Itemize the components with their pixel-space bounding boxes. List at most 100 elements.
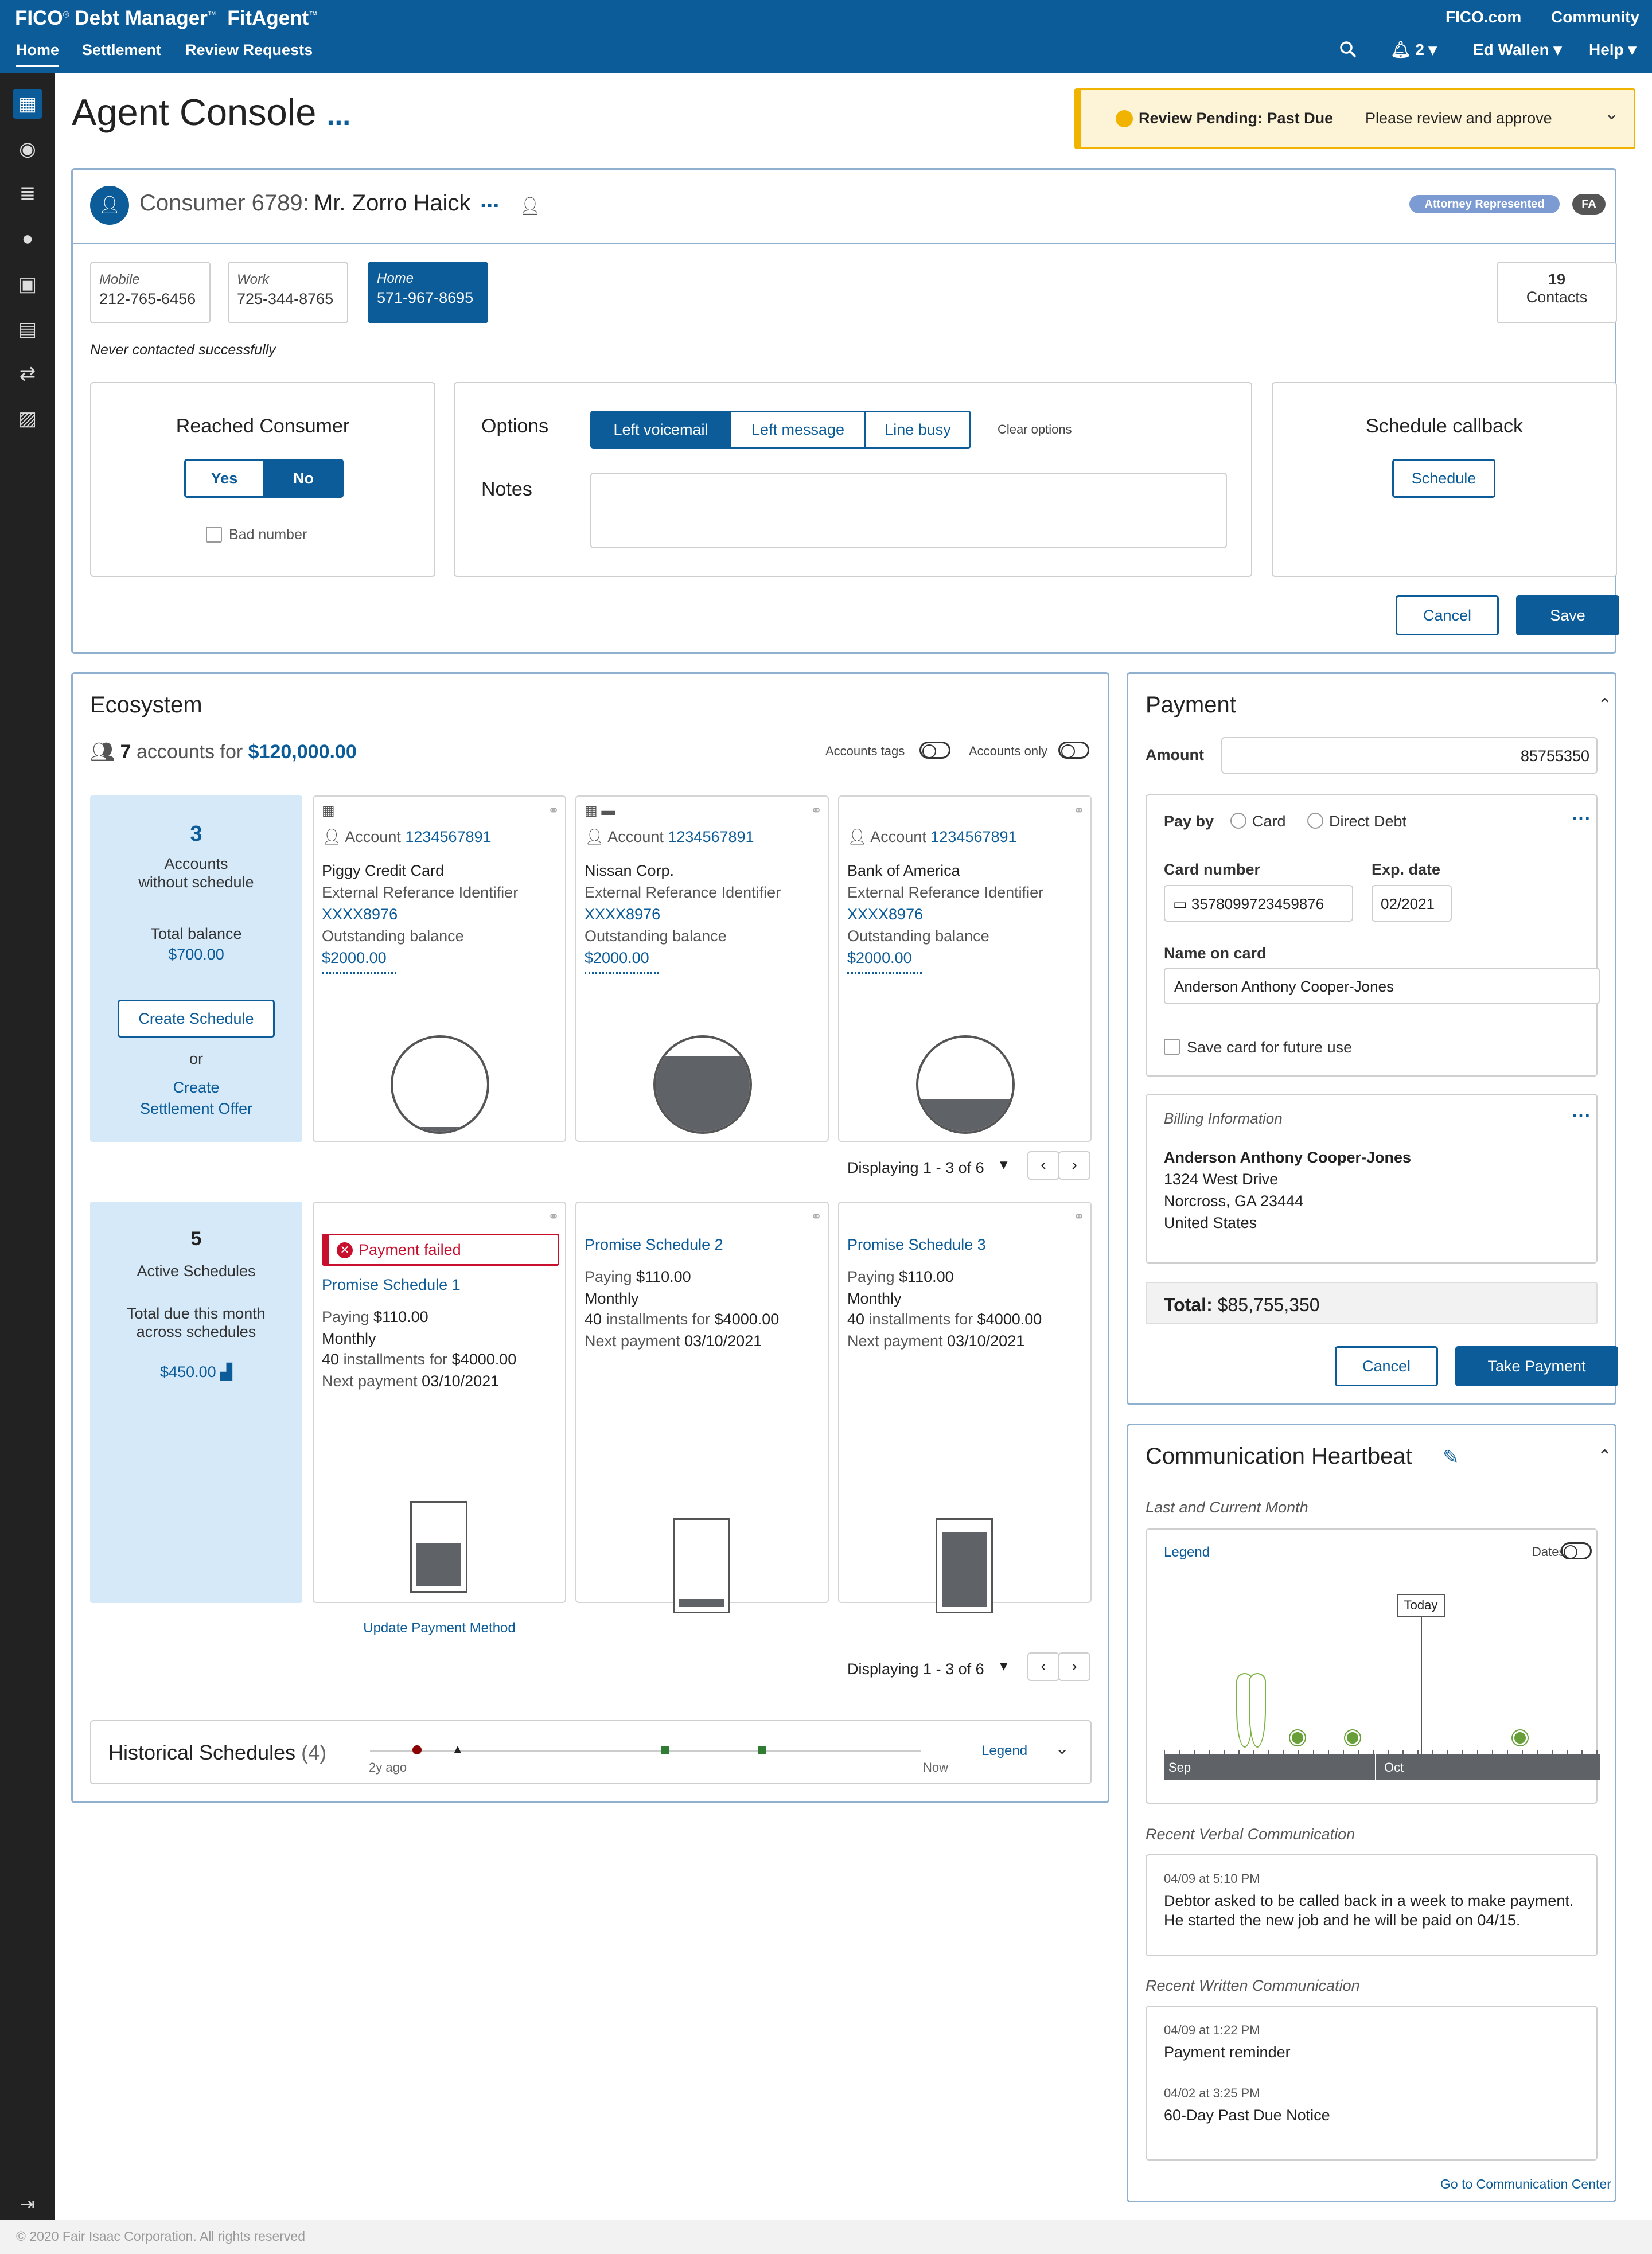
schedule-card[interactable]: ⚭ Promise Schedule 2 Paying $110.00 Mont…: [575, 1202, 829, 1613]
create-schedule-button[interactable]: Create Schedule: [118, 1000, 275, 1038]
consumer-panel: 👤︎ Consumer 6789: Mr. Zorro Haick ... 👤︎…: [71, 168, 1619, 654]
broadcast-icon[interactable]: ◉: [13, 134, 42, 164]
database-icon[interactable]: ≣: [13, 179, 42, 209]
link-icon[interactable]: ⚭: [1073, 1208, 1085, 1225]
help-menu[interactable]: Help ▾: [1589, 40, 1637, 59]
nav-settlement[interactable]: Settlement: [82, 41, 161, 59]
contact-card-icon[interactable]: ▣: [13, 270, 42, 299]
link-icon[interactable]: ⚭: [1073, 802, 1085, 819]
chevron-up-icon[interactable]: ⌄: [1598, 693, 1612, 713]
agent-transfer-icon[interactable]: ⇄: [13, 359, 42, 389]
cancel-payment-button[interactable]: Cancel: [1335, 1346, 1438, 1386]
next-page-button[interactable]: ›: [1058, 1652, 1090, 1681]
title-menu-icon[interactable]: ...: [326, 99, 350, 131]
active-schedules-summary: 5 Active Schedules Total due this month …: [90, 1202, 302, 1603]
history-marker[interactable]: ▲: [451, 1742, 464, 1757]
prev-page-button[interactable]: ‹: [1027, 1652, 1059, 1681]
chevron-up-icon[interactable]: ⌄: [1598, 1445, 1612, 1465]
link-fico[interactable]: FICO.com: [1446, 8, 1521, 26]
clear-options-link[interactable]: Clear options: [998, 422, 1072, 437]
payment-total: Total: $85,755,350: [1146, 1282, 1598, 1324]
exp-date-input[interactable]: 02/2021: [1372, 885, 1452, 922]
chevron-down-icon[interactable]: ⌄: [1604, 104, 1619, 124]
link-icon[interactable]: ⚭: [548, 802, 559, 819]
person-icon[interactable]: ●: [13, 224, 42, 254]
name-on-card-input[interactable]: Anderson Anthony Cooper-Jones: [1164, 968, 1600, 1004]
call-pin-icon[interactable]: [1249, 1673, 1266, 1748]
update-payment-link[interactable]: Update Payment Method: [314, 1620, 565, 1636]
billing-menu-icon[interactable]: ⋯: [1571, 1104, 1591, 1127]
take-payment-button[interactable]: Take Payment: [1455, 1346, 1618, 1386]
direct-debit-radio[interactable]: [1307, 813, 1323, 829]
save-button[interactable]: Save: [1516, 595, 1619, 635]
accounts-tags-toggle[interactable]: [919, 742, 950, 759]
collapse-sidebar-icon[interactable]: ⇥: [13, 2190, 42, 2220]
consumer-menu-icon[interactable]: ...: [480, 187, 499, 213]
history-legend-link[interactable]: Legend: [981, 1743, 1027, 1759]
create-settlement-offer-link[interactable]: Create Settlement Offer: [90, 1079, 302, 1118]
accounts-only-toggle[interactable]: [1058, 742, 1089, 759]
user-settings-icon[interactable]: 👤︎: [519, 196, 541, 216]
left-voicemail-button[interactable]: Left voicemail: [590, 411, 731, 449]
dates-toggle[interactable]: [1561, 1542, 1592, 1559]
error-icon: ✕: [337, 1242, 353, 1258]
nav-review-requests[interactable]: Review Requests: [185, 41, 313, 59]
line-busy-button[interactable]: Line busy: [864, 411, 971, 449]
document-icon[interactable]: ▤: [13, 314, 42, 344]
yes-button[interactable]: Yes: [184, 459, 264, 498]
contacts-button[interactable]: 19 Contacts: [1497, 262, 1617, 323]
save-card-checkbox[interactable]: [1164, 1039, 1180, 1055]
account-card[interactable]: ▦ ⚭ 👤︎ Account 1234567891 Piggy Credit C…: [313, 795, 566, 1142]
account-card[interactable]: ▦ ▬ ⚭ 👤︎ Account 1234567891 Nissan Corp.…: [575, 795, 829, 1142]
nav-home[interactable]: Home: [16, 41, 60, 67]
next-page-button[interactable]: ›: [1058, 1151, 1090, 1180]
account-card[interactable]: ⚭ 👤︎ Account 1234567891 Bank of America …: [838, 795, 1092, 1142]
schedule-card[interactable]: ⚭ Promise Schedule 3 Paying $110.00 Mont…: [838, 1202, 1092, 1613]
dashboard-icon[interactable]: ▦: [13, 89, 42, 119]
schedule-callback-button[interactable]: Schedule: [1392, 459, 1495, 498]
no-button[interactable]: No: [263, 459, 344, 498]
review-alert[interactable]: Review Pending: Past Due Please review a…: [1074, 88, 1635, 149]
amount-input[interactable]: 85755350: [1221, 737, 1598, 774]
notifications[interactable]: 🔔︎ 2 ▾: [1390, 40, 1437, 59]
message-pin-icon[interactable]: [1513, 1730, 1528, 1745]
written-communication: 04/09 at 1:22 PM Payment reminder 04/02 …: [1146, 2006, 1598, 2161]
people-icon: 👥︎: [90, 741, 115, 763]
card-radio[interactable]: [1230, 813, 1246, 829]
message-pin-icon[interactable]: [1290, 1730, 1305, 1745]
cancel-button[interactable]: Cancel: [1396, 595, 1499, 635]
image-icon[interactable]: ▨: [13, 404, 42, 434]
link-icon[interactable]: ⚭: [811, 802, 822, 819]
pagination-info: Displaying 1 - 3 of 6: [847, 1159, 984, 1176]
page-size-dropdown[interactable]: ▾: [1000, 1657, 1008, 1675]
edit-icon[interactable]: ✎: [1443, 1446, 1459, 1469]
link-icon[interactable]: ⚭: [548, 1208, 559, 1225]
phone-mobile[interactable]: Mobile 212-765-6456: [90, 262, 211, 323]
attorney-badge: Attorney Represented: [1409, 195, 1560, 213]
bell-icon: 🔔︎: [1390, 41, 1411, 59]
history-marker[interactable]: [412, 1745, 422, 1754]
page-size-dropdown[interactable]: ▾: [1000, 1156, 1008, 1173]
history-marker[interactable]: [758, 1746, 766, 1754]
bad-number-checkbox[interactable]: [206, 527, 222, 543]
phone-work[interactable]: Work 725-344-8765: [228, 262, 348, 323]
prev-page-button[interactable]: ‹: [1027, 1151, 1059, 1180]
user-menu[interactable]: Ed Wallen ▾: [1473, 40, 1562, 59]
link-icon[interactable]: ⚭: [811, 1208, 822, 1225]
letter-pin-icon[interactable]: [1345, 1730, 1360, 1745]
left-message-button[interactable]: Left message: [729, 411, 867, 449]
card-number-input[interactable]: ▭ 3578099723459876: [1164, 885, 1353, 922]
communication-center-link[interactable]: Go to Communication Center: [1440, 2177, 1611, 2192]
notes-textarea[interactable]: [590, 473, 1227, 548]
phone-home[interactable]: Home 571-967-8695: [368, 262, 488, 323]
chart-legend-link[interactable]: Legend: [1164, 1545, 1210, 1561]
schedule-card[interactable]: ⚭ ✕ Payment failed Promise Schedule 1 Pa…: [313, 1202, 566, 1636]
footer: © 2020 Fair Isaac Corporation. All right…: [0, 2220, 1652, 2254]
link-community[interactable]: Community: [1551, 8, 1639, 26]
pay-by-menu-icon[interactable]: ⋯: [1571, 807, 1591, 830]
search-icon[interactable]: [1339, 40, 1357, 63]
reached-consumer-box: Reached Consumer Yes No Bad number: [90, 382, 435, 577]
history-marker[interactable]: [661, 1746, 669, 1754]
chevron-down-icon[interactable]: ⌄: [1055, 1738, 1069, 1758]
amount-due-link[interactable]: $450.00 ▟: [90, 1363, 302, 1381]
